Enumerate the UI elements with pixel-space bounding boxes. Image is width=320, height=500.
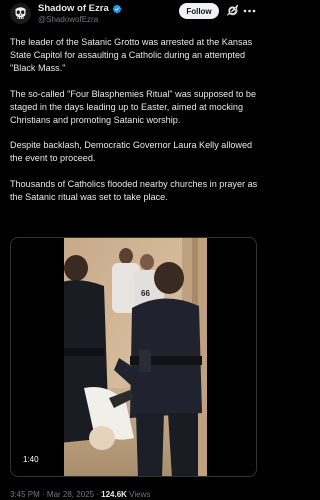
tweet-date[interactable]: Mar 28, 2025 (47, 490, 94, 499)
tweet-paragraph: Thousands of Catholics flooded nearby ch… (10, 179, 258, 203)
svg-text:66: 66 (141, 289, 150, 298)
tweet-paragraph: The so-called "Four Blasphemies Ritual" … (10, 88, 257, 125)
tweet-meta: 3:45 PM · Mar 28, 2025 · 124.6K Views (10, 490, 150, 499)
punisher-skull-icon (10, 3, 31, 24)
meta-separator: · (39, 490, 47, 499)
verified-badge-icon (112, 4, 122, 13)
video-thumbnail[interactable]: 66 (64, 238, 207, 476)
author-name-row: Shadow of Ezra (38, 3, 122, 14)
tweet-body: The leader of the Satanic Grotto was arr… (10, 36, 258, 217)
author-display-name[interactable]: Shadow of Ezra (38, 3, 109, 14)
grok-icon[interactable] (227, 5, 238, 16)
author-handle[interactable]: @ShadowofEzra (38, 15, 98, 24)
views-label: Views (126, 490, 151, 499)
tweet-paragraph: Despite backlash, Democratic Governor La… (10, 140, 253, 164)
avatar[interactable] (10, 3, 31, 24)
tweet-time[interactable]: 3:45 PM (10, 490, 40, 499)
follow-button[interactable]: Follow (179, 3, 219, 19)
tweet-paragraph: The leader of the Satanic Grotto was arr… (10, 37, 253, 73)
video-player[interactable]: 66 1:40 (10, 237, 257, 477)
video-duration: 1:40 (20, 454, 42, 465)
video-scene-image: 66 (64, 238, 207, 476)
views-count: 124.6K (101, 490, 127, 499)
more-options-icon[interactable] (243, 9, 256, 13)
tweet-header: Shadow of Ezra @ShadowofEzra Follow (0, 0, 264, 30)
